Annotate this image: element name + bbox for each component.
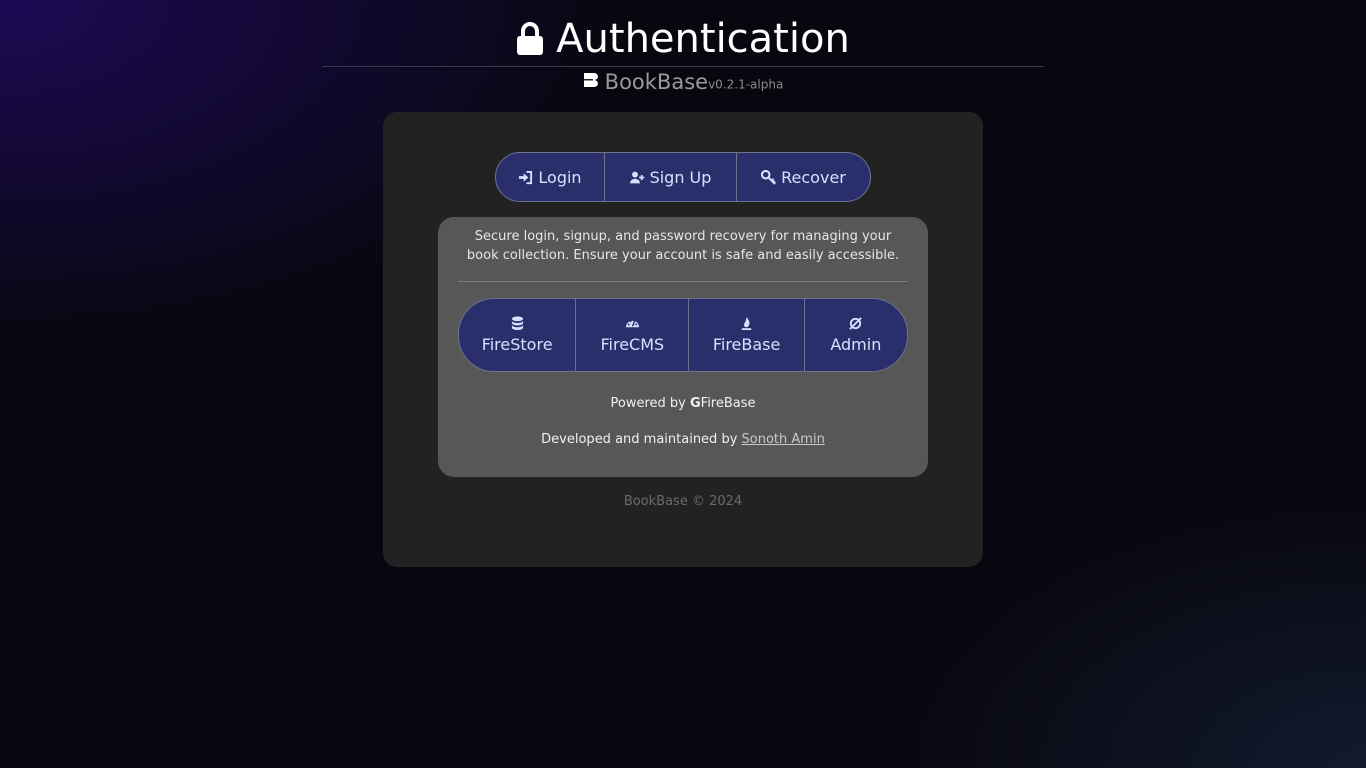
admin-label: Admin	[830, 335, 882, 354]
fire-icon	[741, 316, 752, 331]
brand-name: BookBase	[604, 70, 709, 94]
firebase-link[interactable]: FireBase	[689, 299, 805, 371]
powered-by-name: FireBase	[700, 396, 756, 411]
lock-icon	[517, 22, 544, 55]
firebase-label: FireBase	[712, 335, 781, 354]
developer-prefix: Developed and maintained by	[541, 432, 738, 447]
header-divider	[322, 66, 1044, 67]
tab-login[interactable]: Login	[496, 153, 605, 201]
bookbase-logo-icon	[583, 72, 598, 87]
firestore-link[interactable]: FireStore	[459, 299, 577, 371]
tab-recover[interactable]: Recover	[737, 153, 870, 201]
panel-divider	[458, 281, 908, 282]
sign-in-icon	[519, 170, 533, 184]
tab-recover-label: Recover	[781, 167, 846, 187]
tab-sign-up[interactable]: Sign Up	[605, 153, 737, 201]
service-links: FireStore FireCMS FireBase Admin	[458, 298, 908, 372]
gauge-icon	[625, 320, 639, 328]
firestore-label: FireStore	[481, 335, 553, 354]
key-icon	[761, 169, 776, 185]
page-title: Authentication	[516, 14, 850, 64]
brand-line: BookBasev0.2.1-alpha	[322, 70, 1044, 94]
description-text: Secure login, signup, and password recov…	[466, 229, 900, 263]
firecms-label: FireCMS	[600, 335, 665, 354]
footer-copyright: BookBase © 2024	[623, 494, 743, 509]
database-icon	[511, 316, 523, 331]
page-title-text: Authentication	[556, 16, 850, 62]
tab-login-label: Login	[538, 167, 582, 187]
auth-tabs: Login Sign Up Recover	[495, 152, 871, 202]
tab-sign-up-label: Sign Up	[649, 167, 712, 187]
developer-credit: Developed and maintained by Sonoth Amin	[438, 432, 928, 447]
powered-by-prefix: Powered by	[610, 396, 686, 411]
version-label: v0.2.1-alpha	[708, 77, 784, 92]
user-plus-icon	[629, 171, 644, 183]
firecms-link[interactable]: FireCMS	[576, 299, 690, 371]
admin-link[interactable]: Admin	[805, 299, 907, 371]
developer-link[interactable]: Sonoth Amin	[742, 432, 825, 447]
info-panel: Secure login, signup, and password recov…	[438, 217, 928, 477]
header: Authentication	[322, 14, 1044, 64]
powered-by: Powered by GFireBase	[438, 396, 928, 411]
google-icon: G	[689, 396, 701, 411]
auth-card: Login Sign Up Recover Secure login, sign…	[383, 112, 983, 567]
galactic-icon	[849, 317, 863, 330]
